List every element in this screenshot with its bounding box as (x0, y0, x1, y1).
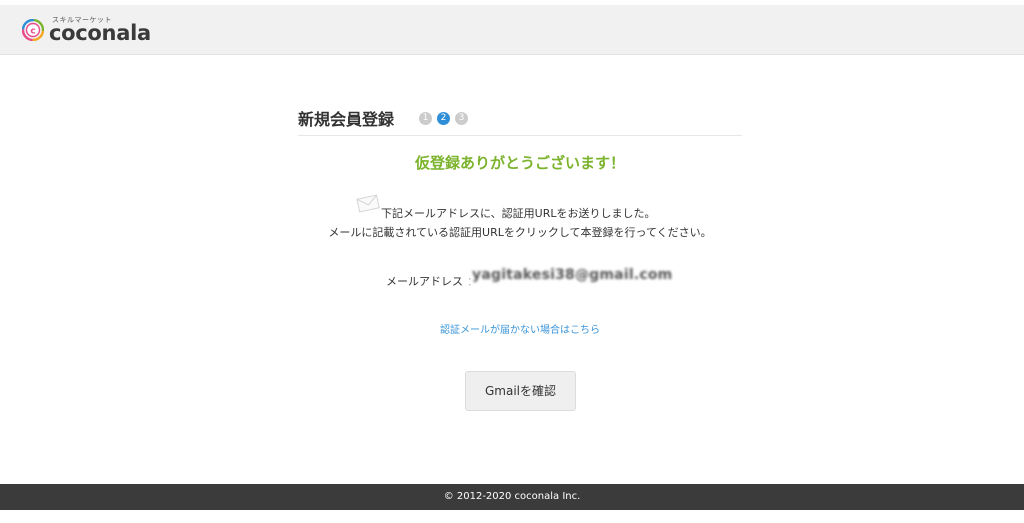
site-footer: © 2012-2020 coconala Inc. (0, 484, 1024, 510)
copyright-text: © 2012-2020 coconala Inc. (443, 491, 581, 502)
svg-text:c: c (30, 27, 35, 37)
bottom-edge (0, 510, 1024, 523)
email-label: メールアドレス (386, 275, 463, 288)
help-link[interactable]: 認証メールが届かない場合はこちら (298, 321, 742, 336)
page-title: 新規会員登録 (298, 110, 395, 129)
envelope-icon (356, 194, 380, 213)
logo-wordmark: coconala (49, 21, 151, 45)
registration-panel: 新規会員登録 1 2 3 (298, 104, 742, 136)
step-1: 1 (419, 112, 432, 125)
check-gmail-button[interactable]: Gmailを確認 (465, 371, 576, 411)
message-line-1: 下記メールアドレスに、認証用URLをお送りしました。 (381, 207, 656, 220)
step-3: 3 (455, 112, 468, 125)
email-value: yagitakesi38@gmail.com (472, 267, 673, 283)
email-row: メールアドレス： yagitakesi38@gmail.com (386, 267, 672, 288)
title-row: 新規会員登録 1 2 3 (298, 104, 742, 136)
site-header: c スキルマーケット coconala (0, 5, 1024, 55)
message-line-2: メールに記載されている認証用URLをクリックして本登録を行ってください。 (328, 226, 712, 239)
step-2-active: 2 (437, 112, 450, 125)
coconala-logo-icon: c (22, 19, 44, 41)
thanks-message: 仮登録ありがとうございます！ (414, 154, 625, 172)
